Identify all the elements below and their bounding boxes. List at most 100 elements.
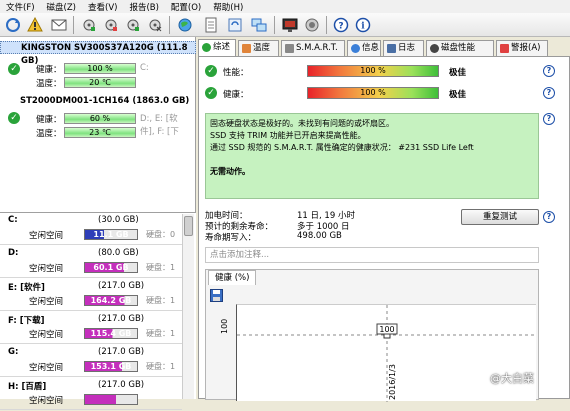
free-space-label: 空闲空间 (29, 231, 64, 241)
save-icon[interactable] (210, 289, 223, 302)
free-space-label: 空闲空间 (29, 363, 64, 373)
note-input[interactable]: 点击添加注释... (205, 247, 539, 263)
temp-bar: 20 ℃ (64, 77, 136, 88)
free-space-label: 空闲空间 (29, 396, 64, 406)
x-tick-label: 2016/1/3 (388, 364, 397, 400)
email-icon[interactable] (50, 16, 68, 34)
disk-scan-icon[interactable] (102, 16, 120, 34)
check-icon: ✓ (205, 87, 217, 99)
tab-bar: 综述 温度 S.M.A.R.T. 信息 日志 磁盘性能 警报(A) (198, 39, 570, 57)
help-icon[interactable]: ? (543, 87, 555, 99)
performance-status: 极佳 (449, 68, 467, 78)
volume-disk: 硬盘：1 (146, 263, 176, 272)
svg-text:i: i (361, 22, 365, 32)
refresh-icon[interactable] (4, 16, 22, 34)
free-space-bar: 153.1 GB (84, 361, 138, 372)
health-label: 健康： (36, 115, 62, 125)
document-icon[interactable] (202, 16, 220, 34)
volume-item[interactable]: F: [下载] (217.0 GB) 空闲空间 115.4 GB 硬盘：1 (0, 312, 182, 345)
drive-letters: C: (140, 63, 149, 73)
performance-bar: 100 % (307, 65, 439, 77)
temp-label: 温度： (36, 129, 62, 139)
volume-item[interactable]: G: (217.0 GB) 空闲空间 153.1 GB 硬盘：1 (0, 345, 182, 378)
help-icon[interactable]: ? (332, 16, 350, 34)
monitor-icon[interactable] (281, 16, 299, 34)
health-bar: 100 % (307, 87, 439, 99)
volume-size: (217.0 GB) (98, 314, 145, 324)
menu-config[interactable]: 配置(O) (165, 1, 207, 13)
network-icon[interactable] (250, 16, 268, 34)
tab-log[interactable]: 日志 (383, 40, 424, 56)
retest-button[interactable]: 重复测试 (461, 209, 539, 225)
disk-status-icon[interactable] (124, 16, 142, 34)
volume-size: (80.0 GB) (98, 248, 139, 258)
volume-item[interactable]: H: [百盾] (217.0 GB) 空闲空间 (0, 378, 182, 411)
free-space-label: 空闲空间 (29, 297, 64, 307)
volume-name: F: [下载] (8, 316, 45, 326)
written-value: 498.00 GB (297, 231, 342, 241)
tab-temperature[interactable]: 温度 (238, 40, 279, 56)
gauge-icon (430, 44, 439, 53)
volume-disk: 硬盘：1 (146, 362, 176, 371)
volume-name: G: (8, 347, 19, 357)
volume-name: E: [软件] (8, 283, 45, 293)
summary-panel: ✓ 性能： 100 % 极佳 ? ✓ 健康： 100 % 极佳 ? 固态硬盘状态… (198, 56, 570, 402)
tab-alerts[interactable]: 警报(A) (496, 40, 548, 56)
help-icon[interactable]: ? (543, 113, 555, 125)
globe-icon[interactable] (176, 16, 194, 34)
volume-item[interactable]: D: (80.0 GB) 空闲空间 60.1 GB 硬盘：1 (0, 246, 182, 279)
volume-scrollbar[interactable] (182, 214, 194, 399)
health-chart-tab[interactable]: 健康 (%) (208, 270, 257, 285)
check-icon: ✓ (8, 63, 20, 75)
thermometer-icon (242, 44, 251, 53)
free-space-value: 115.4 GB (90, 329, 132, 338)
menu-disk[interactable]: 磁盘(Z) (41, 1, 82, 13)
help-icon[interactable]: ? (543, 211, 555, 223)
volume-size: (30.0 GB) (98, 215, 139, 225)
speaker-icon[interactable] (303, 16, 321, 34)
health-label: 健康： (36, 65, 62, 75)
tab-disk-performance[interactable]: 磁盘性能 (426, 40, 494, 56)
menu-bar: 文件(F) 磁盘(Z) 查看(V) 报告(B) 配置(O) 帮助(H) (0, 0, 570, 13)
volume-list: C: (30.0 GB) 空闲空间 11.1 GB 硬盘：0 D: (80.0 GB) 空闲空… (0, 212, 196, 410)
menu-view[interactable]: 查看(V) (82, 1, 123, 13)
tab-summary[interactable]: 综述 (198, 39, 236, 57)
volume-name: D: (8, 248, 19, 258)
free-space-value: 164.2 GB (90, 296, 132, 305)
free-space-bar (84, 394, 138, 405)
written-label: 寿命期写入： (205, 233, 257, 243)
watermark: @大白菜 (490, 372, 534, 385)
volume-disk: 硬盘：1 (146, 296, 176, 305)
free-space-bar: 60.1 GB (84, 262, 138, 273)
desc-line (210, 154, 534, 166)
health-status: 极佳 (449, 90, 467, 100)
disk-remove-icon[interactable] (146, 16, 164, 34)
help-icon[interactable]: ? (543, 65, 555, 77)
status-description: 固态硬盘状态是极好的。未找到有问题的或坏扇区。 SSD 支持 TRIM 功能并已… (205, 113, 539, 199)
sync-icon[interactable] (226, 16, 244, 34)
desc-line: 无需动作。 (210, 167, 250, 176)
y-tick-label: 100 (220, 318, 229, 334)
volume-item[interactable]: E: [软件] (217.0 GB) 空闲空间 164.2 GB 硬盘：1 (0, 279, 182, 312)
info-icon[interactable]: i (354, 16, 372, 34)
menu-help[interactable]: 帮助(H) (207, 1, 249, 13)
warning-icon[interactable] (26, 16, 44, 34)
volume-size: (217.0 GB) (98, 380, 145, 390)
health-bar: 60 % (64, 113, 136, 124)
toolbar: ? i (0, 13, 570, 37)
alert-icon (500, 44, 509, 53)
volume-item[interactable]: C: (30.0 GB) 空闲空间 11.1 GB 硬盘：0 (0, 213, 182, 246)
volume-size: (217.0 GB) (98, 347, 145, 357)
menu-file[interactable]: 文件(F) (0, 1, 41, 13)
check-icon (202, 43, 211, 52)
menu-report[interactable]: 报告(B) (123, 1, 164, 13)
free-space-bar: 11.1 GB (84, 229, 138, 240)
disk-list-panel: KINGSTON SV300S37A120G (111.8 GB) ✓ 健康： … (0, 37, 196, 410)
volume-size: (217.0 GB) (98, 281, 145, 291)
free-space-bar: 115.4 GB (84, 328, 138, 339)
drive-letters: D:, E: [软件], F: [下载], G:, H: [百盾], I: [其… (140, 114, 179, 137)
scroll-thumb[interactable] (184, 216, 193, 236)
disk-test-icon[interactable] (80, 16, 98, 34)
tab-smart[interactable]: S.M.A.R.T. (281, 40, 345, 56)
tab-info[interactable]: 信息 (347, 40, 381, 56)
